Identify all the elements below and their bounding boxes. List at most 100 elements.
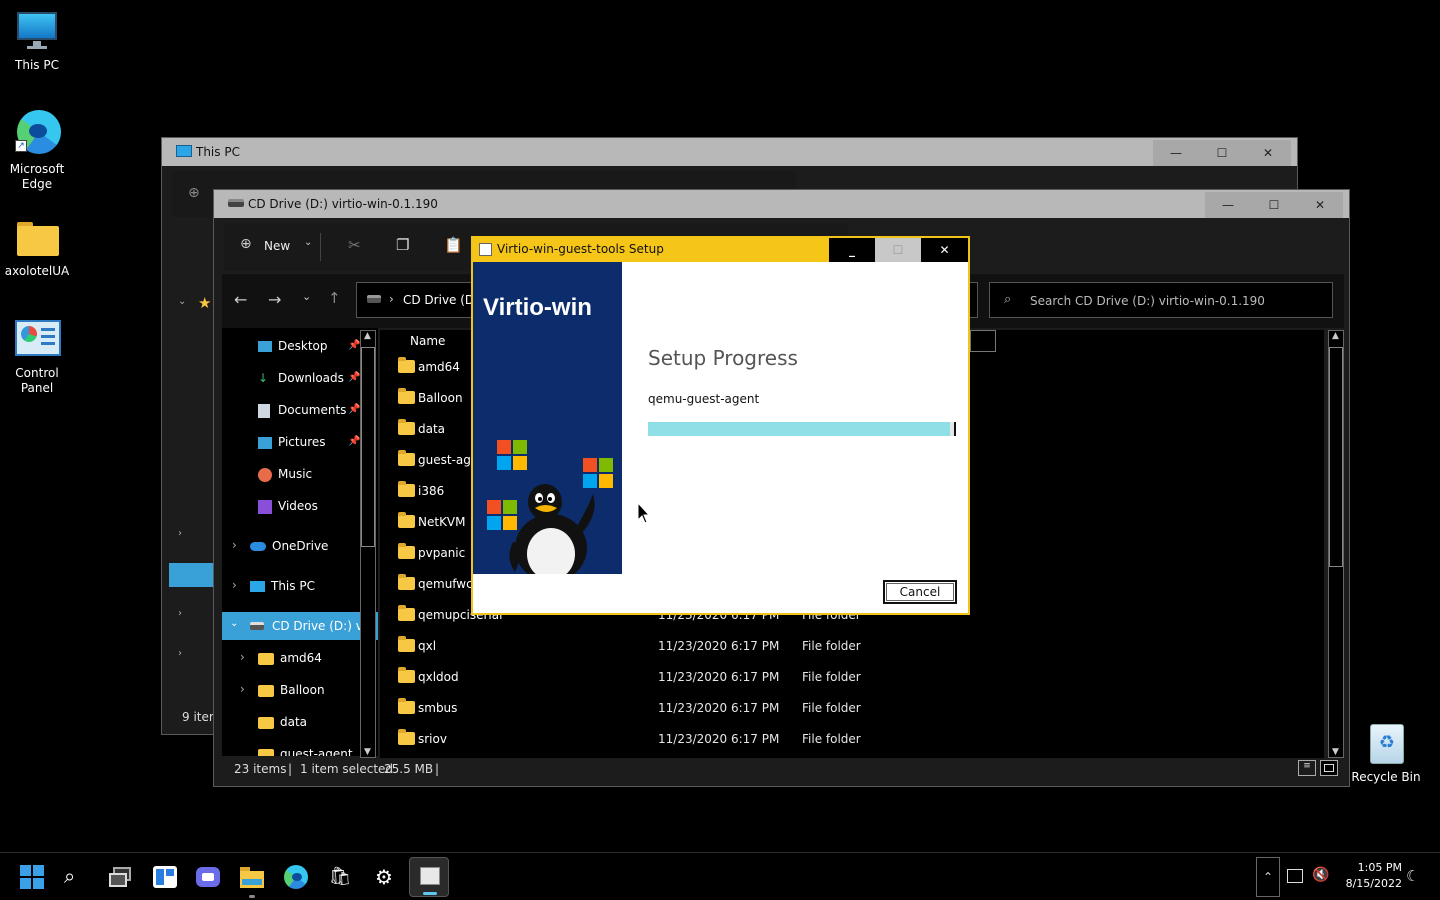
file-row[interactable]: qxldod 11/23/2020 6:17 PM File folder <box>380 662 940 693</box>
close-button[interactable]: ✕ <box>1245 140 1291 166</box>
add-icon[interactable]: ⊕ <box>188 185 200 201</box>
task-view-icon[interactable] <box>109 865 133 889</box>
nav-item-cd-drive-selected[interactable]: ⌄ CD Drive (D:) virt <box>222 612 378 640</box>
desktop-icon-control-panel[interactable]: Control Panel <box>1 318 73 396</box>
expand-chevron-icon[interactable]: › <box>178 528 182 539</box>
desktop-icon <box>258 341 272 352</box>
desktop-icon-edge[interactable]: ↗ Microsoft Edge <box>1 108 73 192</box>
details-view-icon[interactable]: ≡ <box>1298 760 1316 776</box>
paste-icon[interactable]: 📋 <box>444 236 463 254</box>
pin-icon: 📌 <box>348 436 361 447</box>
title-bar[interactable]: CD Drive (D:) virtio-win-0.1.190 — ☐ ✕ <box>214 190 1349 218</box>
minimize-button[interactable]: — <box>1205 192 1251 218</box>
scroll-thumb[interactable] <box>361 347 375 547</box>
desktop-icon-label: Control Panel <box>15 366 59 395</box>
desktop-icon-recycle-bin[interactable]: ♻ Recycle Bin <box>1350 722 1422 785</box>
new-button[interactable]: New <box>264 239 290 253</box>
picture-icon <box>258 436 272 449</box>
column-header-extra[interactable] <box>970 330 996 352</box>
cut-icon[interactable]: ✂ <box>348 236 361 254</box>
windows-logo-icon <box>497 440 527 470</box>
expand-chevron-icon[interactable]: › <box>178 608 182 619</box>
nav-item-data[interactable]: data <box>258 715 307 729</box>
nav-item-documents[interactable]: Documents <box>258 403 346 418</box>
close-button[interactable]: ✕ <box>1297 192 1343 218</box>
volume-muted-icon[interactable]: 🔇 <box>1312 867 1329 883</box>
clock-time[interactable]: 1:05 PM <box>1338 861 1402 874</box>
scroll-thumb[interactable] <box>1329 347 1343 567</box>
status-item-count: 23 items <box>234 762 287 776</box>
chat-icon[interactable] <box>196 865 220 889</box>
nav-item-desktop[interactable]: Desktop <box>258 339 328 353</box>
store-icon[interactable]: 🛍 <box>328 865 352 889</box>
divider <box>320 233 321 261</box>
folder-icon <box>398 698 415 714</box>
dialog-title-bar[interactable]: Virtio-win-guest-tools Setup _ ☐ ✕ <box>473 238 968 262</box>
download-icon: ↓ <box>258 371 269 385</box>
edge-icon[interactable] <box>284 865 308 889</box>
nav-item-guest-agent[interactable]: guest-agent <box>258 747 353 756</box>
clock-date[interactable]: 8/15/2022 <box>1338 877 1402 890</box>
folder-icon <box>398 729 415 745</box>
nav-item-balloon[interactable]: Balloon <box>258 683 325 697</box>
nav-item-amd64[interactable]: amd64 <box>258 651 322 665</box>
search-input[interactable]: ⌕ Search CD Drive (D:) virtio-win-0.1.19… <box>989 282 1333 318</box>
title-bar[interactable]: This PC — ☐ ✕ <box>162 138 1297 166</box>
setup-app-icon <box>479 243 492 256</box>
copy-icon[interactable]: ❐ <box>396 236 409 254</box>
file-explorer-icon[interactable] <box>240 865 264 889</box>
minimize-button[interactable]: — <box>1153 140 1199 166</box>
expand-chevron-icon[interactable]: › <box>232 538 237 552</box>
nav-scrollbar[interactable]: ▲ ▼ <box>360 330 376 758</box>
nav-item-downloads[interactable]: ↓ Downloads <box>258 371 344 385</box>
collapse-chevron-icon[interactable]: ⌄ <box>178 296 186 307</box>
maximize-button[interactable]: ☐ <box>1251 192 1297 218</box>
back-arrow-icon[interactable]: ← <box>234 290 247 309</box>
start-icon[interactable] <box>20 865 44 889</box>
desktop-icon-axolotelua[interactable]: axolotelUA <box>1 216 73 279</box>
settings-icon[interactable]: ⚙ <box>372 865 396 889</box>
file-row[interactable]: qxl 11/23/2020 6:17 PM File folder <box>380 631 940 662</box>
expand-chevron-icon[interactable]: › <box>240 650 245 664</box>
control-panel-icon <box>15 318 61 362</box>
scroll-up-icon[interactable]: ▲ <box>364 331 371 341</box>
large-icons-view-icon[interactable] <box>1320 760 1338 776</box>
desktop-icon-this-pc[interactable]: This PC <box>1 10 73 73</box>
up-arrow-icon[interactable]: ↑ <box>328 289 341 307</box>
maximize-button[interactable]: ☐ <box>1199 140 1245 166</box>
expand-chevron-icon[interactable]: › <box>232 578 237 592</box>
forward-arrow-icon[interactable]: → <box>268 290 281 309</box>
column-header-name[interactable]: Name <box>410 334 445 348</box>
scroll-up-icon[interactable]: ▲ <box>1332 331 1339 341</box>
close-button[interactable]: ✕ <box>921 238 968 262</box>
file-name: qxldod <box>418 670 459 684</box>
setup-dialog: Virtio-win-guest-tools Setup _ ☐ ✕ Virti… <box>471 236 970 615</box>
nav-item-pictures[interactable]: Pictures <box>258 435 326 449</box>
nav-item-music[interactable]: Music <box>258 467 312 482</box>
search-icon[interactable]: ⌕ <box>64 865 88 889</box>
expand-chevron-icon[interactable]: › <box>178 648 182 659</box>
recent-chevron-icon[interactable]: ⌄ <box>302 290 311 303</box>
widgets-icon[interactable] <box>153 865 177 889</box>
file-type: File folder <box>802 639 861 653</box>
expand-chevron-icon[interactable]: › <box>240 682 245 696</box>
status-selected: 1 item selected <box>300 762 394 776</box>
nav-item-this-pc[interactable]: This PC <box>250 579 315 593</box>
show-hidden-icons-chevron-icon[interactable]: ⌃ <box>1256 857 1280 897</box>
file-scrollbar[interactable]: ▲ ▼ <box>1328 330 1344 758</box>
dialog-title: Virtio-win-guest-tools Setup <box>497 242 664 256</box>
file-row[interactable]: smbus 11/23/2020 6:17 PM File folder <box>380 693 940 724</box>
nav-label: Videos <box>278 499 318 513</box>
file-row[interactable]: sriov 11/23/2020 6:17 PM File folder <box>380 724 940 755</box>
nav-item-onedrive[interactable]: OneDrive <box>250 539 328 553</box>
scroll-down-icon[interactable]: ▼ <box>1332 747 1339 757</box>
scroll-down-icon[interactable]: ▼ <box>364 747 371 757</box>
notifications-icon[interactable]: ☾ <box>1406 867 1419 885</box>
nav-label: This PC <box>271 579 315 593</box>
network-icon[interactable] <box>1287 869 1303 883</box>
selected-nav-item[interactable] <box>169 563 213 587</box>
nav-item-videos[interactable]: Videos <box>258 499 318 514</box>
setup-app-taskbar-button[interactable] <box>409 857 449 897</box>
minimize-button[interactable]: _ <box>829 238 875 262</box>
cancel-button[interactable]: Cancel <box>883 580 957 604</box>
